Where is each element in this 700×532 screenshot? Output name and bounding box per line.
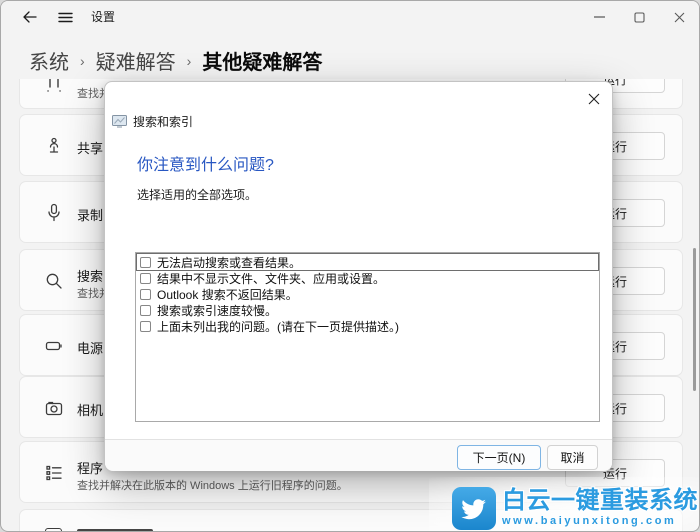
option-row-cannot-start-search[interactable]: 无法启动搜索或查看结果。 xyxy=(136,253,599,271)
close-icon xyxy=(588,93,600,105)
watermark-url-text: www.baiyunxitong.com xyxy=(502,515,677,527)
dialog-title: 搜索和索引 xyxy=(133,115,194,129)
card-title: 程序 xyxy=(77,461,104,476)
option-row-not-listed[interactable]: 上面未列出我的问题。(请在下一页提供描述。) xyxy=(137,318,598,334)
sharing-icon xyxy=(44,136,64,156)
app-title: 设置 xyxy=(91,10,116,24)
breadcrumb-system[interactable]: 系统 xyxy=(29,46,69,75)
back-button[interactable] xyxy=(9,1,49,33)
card-title: 相机 xyxy=(77,403,104,418)
chevron-right-icon: › xyxy=(186,53,192,69)
checkbox-icon[interactable] xyxy=(140,320,151,332)
close-icon xyxy=(674,12,685,23)
option-row-slow[interactable]: 搜索或索引速度较慢。 xyxy=(137,302,598,318)
back-icon xyxy=(22,11,37,23)
microphone-icon xyxy=(44,203,64,223)
battery-icon xyxy=(44,336,64,356)
menu-icon xyxy=(57,12,73,23)
checkbox-icon[interactable] xyxy=(140,272,151,284)
dialog-footer: 下一页(N) 取消 xyxy=(105,439,612,471)
nav-menu-button[interactable] xyxy=(45,1,85,33)
device-icon xyxy=(44,78,64,94)
problem-options-listbox: 无法启动搜索或查看结果。 结果中不显示文件、文件夹、应用或设置。 Outlook… xyxy=(135,252,600,422)
dialog-close-button[interactable] xyxy=(585,90,603,108)
chevron-right-icon: › xyxy=(80,53,85,69)
card-subtitle: 查找并解决在此版本的 Windows 上运行旧程序的问题。 xyxy=(77,480,348,492)
scrollbar-thumb[interactable] xyxy=(693,248,696,391)
breadcrumb-troubleshoot[interactable]: 疑难解答 xyxy=(96,46,176,75)
cancel-button[interactable]: 取消 xyxy=(547,445,598,470)
maximize-button[interactable] xyxy=(619,1,659,33)
titlebar: 设置 xyxy=(1,1,699,33)
dialog-title-row: 搜索和索引 xyxy=(112,113,193,130)
maximize-icon xyxy=(633,11,645,23)
next-button[interactable]: 下一页(N) xyxy=(457,445,541,470)
search-indexing-dialog: 搜索和索引 你注意到什么问题? 选择适用的全部选项。 无法启动搜索或查看结果。 … xyxy=(104,81,613,471)
card-title: 电源 xyxy=(77,341,104,356)
minimize-icon xyxy=(593,16,605,18)
device-icon xyxy=(45,528,62,531)
checkbox-icon[interactable] xyxy=(140,304,151,316)
program-list-icon xyxy=(44,463,64,483)
card-title: 录制 xyxy=(77,208,104,223)
troubleshooter-icon xyxy=(112,115,127,128)
watermark: 白云一键重装系统 www.baiyunxitong.com xyxy=(452,487,698,530)
minimize-button[interactable] xyxy=(579,1,619,33)
card-title: 搜索 xyxy=(77,269,104,284)
breadcrumb-other-troubleshooters: 其他疑难解答 xyxy=(202,51,323,74)
option-row-results-missing[interactable]: 结果中不显示文件、文件夹、应用或设置。 xyxy=(137,270,598,286)
watermark-brand-text: 白云一键重装系统 xyxy=(502,487,698,514)
card-title: 共享 xyxy=(77,141,104,156)
breadcrumb: 系统 › 疑难解答 › 其他疑难解答 xyxy=(29,45,322,75)
option-row-outlook[interactable]: Outlook 搜索不返回结果。 xyxy=(137,286,598,302)
checkbox-icon[interactable] xyxy=(140,288,151,300)
window-close-button[interactable] xyxy=(659,1,699,33)
dialog-heading: 你注意到什么问题? xyxy=(137,157,274,174)
bird-logo-icon xyxy=(452,487,496,530)
dialog-instruction: 选择适用的全部选项。 xyxy=(137,188,258,202)
checkbox-icon[interactable] xyxy=(140,256,151,268)
settings-window: 设置 系统 › 疑难解答 › 其他疑难解答 查找并 运行 共享 运行 录制 运行… xyxy=(0,0,700,532)
camera-icon xyxy=(44,398,64,418)
search-icon xyxy=(44,271,64,291)
